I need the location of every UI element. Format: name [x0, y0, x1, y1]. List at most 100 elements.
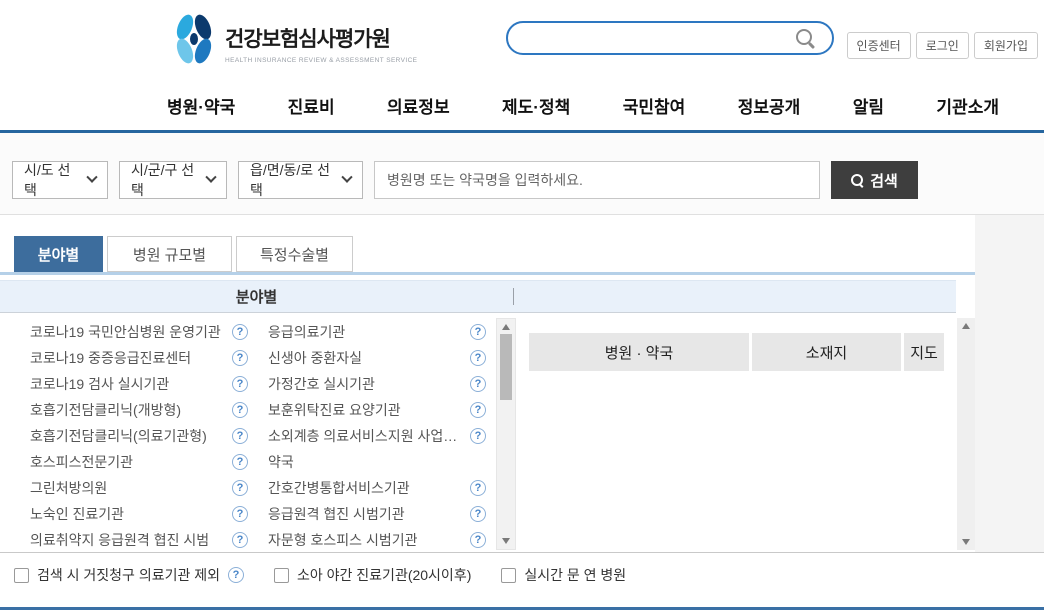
site-logo[interactable]: 건강보험심사평가원 HEALTH INSURANCE REVIEW & ASSE… — [172, 13, 417, 65]
nav-item-about[interactable]: 기관소개 — [936, 93, 999, 118]
question-icon[interactable] — [470, 376, 486, 392]
question-icon[interactable] — [232, 350, 248, 366]
category-item-label: 노숙인 진료기관 — [30, 504, 124, 524]
category-item[interactable]: 가정간호 실시기관 — [268, 371, 486, 397]
nav-item-notice[interactable]: 알림 — [853, 93, 884, 118]
nav-item-participation[interactable]: 국민참여 — [623, 93, 686, 118]
category-item[interactable]: 호스피스전문기관 — [30, 449, 248, 475]
question-icon[interactable] — [232, 454, 248, 470]
scroll-up-icon[interactable] — [502, 324, 510, 330]
site-header: 건강보험심사평가원 HEALTH INSURANCE REVIEW & ASSE… — [0, 0, 1044, 80]
main-section: 분야별 병원 규모별 특정수술별 분야별 코로나19 국민안심병원 운영기관 코… — [0, 215, 1044, 552]
question-icon[interactable] — [232, 376, 248, 392]
column-header-map: 지도 — [904, 333, 944, 371]
footer-filter-band: 검색 시 거짓청구 의료기관 제외 소아 야간 진료기관(20시이후) 실시간 … — [0, 552, 1044, 607]
nav-item-medical-fee[interactable]: 진료비 — [288, 93, 335, 118]
search-icon[interactable] — [796, 29, 816, 49]
checkbox-label[interactable]: 소아 야간 진료기관(20시이후) — [297, 565, 471, 585]
logo-title: 건강보험심사평가원 — [225, 23, 417, 53]
category-item-label: 응급의료기관 — [268, 322, 345, 342]
question-icon[interactable] — [232, 428, 248, 444]
panel-divider — [513, 288, 514, 305]
category-item-label: 신생아 중환자실 — [268, 348, 362, 368]
auth-center-button[interactable]: 인증센터 — [847, 32, 911, 59]
scroll-down-icon[interactable] — [962, 539, 970, 545]
question-icon[interactable] — [470, 532, 486, 548]
category-item-label: 간호간병통합서비스기관 — [268, 478, 410, 498]
sigungu-select[interactable]: 시/군/구 선택 — [119, 161, 227, 199]
results-table-header: 병원 · 약국 소재지 지도 — [529, 333, 944, 371]
category-item[interactable]: 자문형 호스피스 시범기관 — [268, 527, 486, 552]
login-button[interactable]: 로그인 — [916, 32, 969, 59]
category-item[interactable]: 코로나19 중증응급진료센터 — [30, 345, 248, 371]
question-icon[interactable] — [470, 480, 486, 496]
main-nav: 병원·약국 진료비 의료정보 제도·정책 국민참여 정보공개 알림 기관소개 — [0, 80, 1044, 133]
tab-by-hospital-size[interactable]: 병원 규모별 — [107, 236, 232, 272]
question-icon[interactable] — [232, 532, 248, 548]
category-item[interactable]: 그린처방의원 — [30, 475, 248, 501]
category-column-b: 응급의료기관 신생아 중환자실 가정간호 실시기관 보훈위탁진료 요양기관 소외… — [268, 319, 486, 552]
question-icon[interactable] — [470, 350, 486, 366]
category-item[interactable]: 보훈위탁진료 요양기관 — [268, 397, 486, 423]
chevron-down-icon — [86, 172, 97, 183]
utility-buttons: 인증센터 로그인 회원가입 — [847, 32, 1038, 59]
category-item-label: 코로나19 중증응급진료센터 — [30, 348, 191, 368]
category-item-label: 호흡기전담클리닉(개방형) — [30, 400, 181, 420]
filter-exclude-false-claims: 검색 시 거짓청구 의료기관 제외 — [14, 565, 244, 585]
nav-item-hospital-pharmacy[interactable]: 병원·약국 — [167, 93, 235, 118]
filter-open-now: 실시간 문 연 병원 — [501, 565, 626, 585]
category-item[interactable]: 응급원격 협진 시범기관 — [268, 501, 486, 527]
category-item[interactable]: 약국 — [268, 449, 486, 475]
question-icon[interactable] — [232, 480, 248, 496]
category-item-label: 의료취약지 응급원격 협진 시범 — [30, 530, 209, 550]
category-item[interactable]: 코로나19 검사 실시기관 — [30, 371, 248, 397]
panel-title: 분야별 — [0, 281, 513, 312]
keyword-input[interactable] — [374, 161, 820, 199]
question-icon[interactable] — [470, 428, 486, 444]
nav-item-disclosure[interactable]: 정보공개 — [738, 93, 801, 118]
category-item[interactable]: 응급의료기관 — [268, 319, 486, 345]
scroll-up-icon[interactable] — [962, 323, 970, 329]
scrollbar-thumb[interactable] — [500, 334, 512, 400]
tab-by-field[interactable]: 분야별 — [14, 236, 103, 272]
exclude-false-claims-checkbox[interactable] — [14, 568, 29, 583]
checkbox-label[interactable]: 실시간 문 연 병원 — [524, 565, 626, 585]
category-item-label: 가정간호 실시기관 — [268, 374, 375, 394]
open-now-checkbox[interactable] — [501, 568, 516, 583]
category-item-label: 호스피스전문기관 — [30, 452, 133, 472]
sido-select[interactable]: 시/도 선택 — [12, 161, 108, 199]
search-button[interactable]: 검색 — [831, 161, 918, 199]
checkbox-label[interactable]: 검색 시 거짓청구 의료기관 제외 — [37, 565, 220, 585]
category-item[interactable]: 간호간병통합서비스기관 — [268, 475, 486, 501]
category-item-label: 보훈위탁진료 요양기관 — [268, 400, 401, 420]
category-item[interactable]: 호흡기전담클리닉(의료기관형) — [30, 423, 248, 449]
tab-by-surgery[interactable]: 특정수술별 — [236, 236, 353, 272]
signup-button[interactable]: 회원가입 — [974, 32, 1038, 59]
question-icon[interactable] — [232, 506, 248, 522]
sigungu-select-value: 시/군/구 선택 — [131, 160, 199, 200]
dong-select[interactable]: 읍/면/동/로 선택 — [238, 161, 363, 199]
question-icon[interactable] — [232, 402, 248, 418]
category-item[interactable]: 코로나19 국민안심병원 운영기관 — [30, 319, 248, 345]
nav-item-policy[interactable]: 제도·정책 — [502, 93, 570, 118]
results-scrollbar[interactable] — [957, 318, 975, 550]
results-panel: 병원 · 약국 소재지 지도 — [517, 313, 957, 552]
category-item[interactable]: 호흡기전담클리닉(개방형) — [30, 397, 248, 423]
category-item[interactable]: 의료취약지 응급원격 협진 시범 — [30, 527, 248, 552]
nav-item-medical-info[interactable]: 의료정보 — [387, 93, 450, 118]
category-item-label: 응급원격 협진 시범기관 — [268, 504, 405, 524]
question-icon[interactable] — [228, 567, 244, 583]
question-icon[interactable] — [470, 324, 486, 340]
question-icon[interactable] — [232, 324, 248, 340]
question-icon[interactable] — [470, 402, 486, 418]
question-icon[interactable] — [470, 506, 486, 522]
category-item[interactable]: 소외계층 의료서비스지원 사업… — [268, 423, 486, 449]
scroll-down-icon[interactable] — [502, 538, 510, 544]
category-list-scrollbar[interactable] — [496, 318, 516, 550]
category-item[interactable]: 노숙인 진료기관 — [30, 501, 248, 527]
category-item[interactable]: 신생아 중환자실 — [268, 345, 486, 371]
pediatric-night-care-checkbox[interactable] — [274, 568, 289, 583]
logo-text: 건강보험심사평가원 HEALTH INSURANCE REVIEW & ASSE… — [225, 13, 417, 65]
tab-underline — [0, 272, 975, 275]
global-search-input[interactable] — [524, 26, 774, 50]
